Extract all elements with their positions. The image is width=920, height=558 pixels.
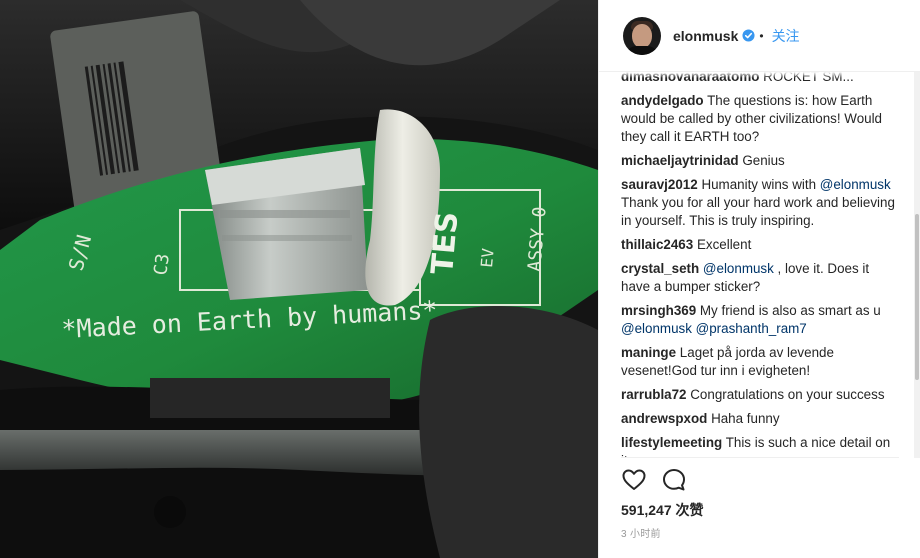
comment-item: lifestylemeeting This is such a nice det… [621, 434, 899, 458]
heart-icon[interactable] [621, 467, 647, 493]
comment-username[interactable]: rarrubla72 [621, 387, 687, 402]
comment-mention-link[interactable]: @prashanth_ram7 [696, 321, 807, 336]
post-header: elonmusk • 关注 [599, 0, 920, 72]
likes-count[interactable]: 591,247 次赞 [621, 500, 704, 520]
comment-username[interactable]: thillaic2463 [621, 237, 693, 252]
comment-item: sauravj2012 Humanity wins with @elonmusk… [621, 176, 899, 230]
post-photo[interactable]: *Made on Earth by humans* S/N C3 TES EV … [0, 0, 598, 558]
comment-username[interactable]: mrsingh369 [621, 303, 696, 318]
comment-text: Genius [742, 153, 785, 168]
section-divider [621, 457, 899, 458]
comment-text: Haha funny [711, 411, 780, 426]
profile-avatar[interactable] [623, 16, 661, 55]
comment-item: andydelgado The questions is: how Earth … [621, 92, 899, 146]
comment-text: Congratulations on your success [690, 387, 885, 402]
comment-text: Thank you for all your hard work and bel… [621, 195, 895, 228]
comments-list[interactable]: dimasnovanaraatomo ROCKET SM... andydelga… [621, 72, 899, 458]
comment-item: mrsingh369 My friend is also as smart as… [621, 302, 899, 338]
comment-item: crystal_seth @elonmusk , love it. Does i… [621, 260, 899, 296]
comment-username[interactable]: crystal_seth [621, 261, 699, 276]
comment-username[interactable]: michaeljaytrinidad [621, 153, 739, 168]
silkscreen-c3: C3 [150, 252, 174, 276]
comments-scrollbar[interactable] [914, 72, 920, 458]
comment-username[interactable]: lifestylemeeting [621, 435, 722, 450]
post-username[interactable]: elonmusk [673, 28, 738, 44]
follow-button[interactable]: 关注 [772, 26, 800, 46]
comment-text: Humanity wins with [701, 177, 820, 192]
comment-mention-link[interactable]: @elonmusk [820, 177, 891, 192]
post-timestamp: 3 小时前 [621, 529, 661, 540]
comment-item: rarrubla72 Congratulations on your succe… [621, 386, 899, 404]
comment-username[interactable]: sauravj2012 [621, 177, 698, 192]
comment-item: maninge Laget på jorda av levende vesene… [621, 344, 899, 380]
likes-number: 591,247 [621, 502, 672, 518]
comment-username[interactable]: andrewspxod [621, 411, 707, 426]
post-sidebar: elonmusk • 关注 dimasnovanaraatomo ROCKET … [598, 0, 920, 558]
comment-mention-link[interactable]: @elonmusk [703, 261, 774, 276]
scrollbar-thumb[interactable] [915, 214, 919, 380]
silkscreen-tes: TES [425, 210, 465, 275]
comment-text: My friend is also as smart as u [699, 303, 881, 318]
verified-badge-icon [742, 29, 755, 42]
comment-item: michaeljaytrinidad Genius [621, 152, 899, 170]
comment-username[interactable]: andydelgado [621, 93, 704, 108]
comment-item: andrewspxod Haha funny [621, 410, 899, 428]
comment-item: thillaic2463 Excellent [621, 236, 899, 254]
silkscreen-ev: EV [477, 247, 498, 268]
comment-text: Excellent [696, 237, 752, 252]
header-separator: • [759, 28, 764, 43]
post-actions [621, 466, 701, 494]
likes-label: 次赞 [675, 502, 704, 518]
comment-mention-link[interactable]: @elonmusk [621, 321, 692, 336]
circuit-board-image: *Made on Earth by humans* S/N C3 TES EV … [0, 0, 598, 558]
instagram-post-view: *Made on Earth by humans* S/N C3 TES EV … [0, 0, 920, 558]
comment-username[interactable]: maninge [621, 345, 676, 360]
comment-bubble-icon[interactable] [661, 467, 687, 493]
